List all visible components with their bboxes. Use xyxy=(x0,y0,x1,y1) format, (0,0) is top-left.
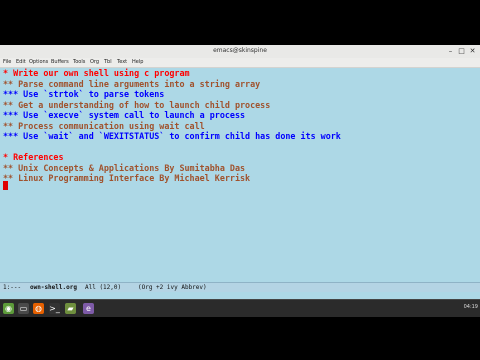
menu-help[interactable]: Help xyxy=(132,59,143,65)
maximize-button[interactable]: □ xyxy=(457,47,466,56)
clock[interactable]: 04:19 xyxy=(464,304,478,310)
text-cursor xyxy=(3,181,8,190)
close-button[interactable]: ✕ xyxy=(468,47,477,56)
modeline-modes[interactable]: (Org +2 ivy Abbrev) xyxy=(138,284,207,291)
window-title: emacs@skinspine xyxy=(213,47,267,54)
minimize-button[interactable]: – xyxy=(446,47,455,56)
modeline-buffer-name[interactable]: own-shell.org xyxy=(30,284,77,291)
menu-file[interactable]: File xyxy=(3,59,11,65)
taskbar: ◉ ▭ ◍ >_ ▰ e 04:19 xyxy=(0,299,480,317)
menu-text[interactable]: Text xyxy=(117,59,127,65)
menu-org[interactable]: Org xyxy=(90,59,99,65)
org-heading-2[interactable]: ** Unix Concepts & Applications By Sumit… xyxy=(3,163,245,173)
org-heading-1[interactable]: * Write our own shell using c program xyxy=(3,68,190,78)
terminal-icon[interactable]: >_ xyxy=(49,303,60,314)
menu-tbl[interactable]: Tbl xyxy=(104,59,112,65)
menu-buffers[interactable]: Buffers xyxy=(51,59,69,65)
menu-bar: File Edit Options Buffers Tools Org Tbl … xyxy=(0,58,480,68)
emacs-window: emacs@skinspine – □ ✕ File Edit Options … xyxy=(0,45,480,299)
title-bar[interactable]: emacs@skinspine – □ ✕ xyxy=(0,45,480,59)
menu-edit[interactable]: Edit xyxy=(16,59,26,65)
org-heading-2[interactable]: ** Get a understanding of how to launch … xyxy=(3,100,270,110)
files-icon[interactable]: ▰ xyxy=(65,303,76,314)
modeline-position: All (12,0) xyxy=(85,284,122,291)
org-heading-1[interactable]: * References xyxy=(3,152,64,162)
org-heading-3[interactable]: *** Use `wait` and `WEXITSTATUS` to conf… xyxy=(3,131,341,141)
emacs-icon[interactable]: e xyxy=(83,303,94,314)
mode-line: 1:--- own-shell.org All (12,0) (Org +2 i… xyxy=(0,282,480,292)
org-heading-3[interactable]: *** Use `execve` system call to launch a… xyxy=(3,110,245,120)
menu-icon[interactable]: ◉ xyxy=(3,303,14,314)
org-heading-2[interactable]: ** Linux Programming Interface By Michae… xyxy=(3,173,250,183)
firefox-icon[interactable]: ◍ xyxy=(33,303,44,314)
menu-options[interactable]: Options xyxy=(29,59,48,65)
menu-tools[interactable]: Tools xyxy=(73,59,85,65)
org-heading-2[interactable]: ** Parse command line arguments into a s… xyxy=(3,79,260,89)
editor-buffer[interactable]: * Write our own shell using c program **… xyxy=(0,68,480,282)
org-heading-2[interactable]: ** Process communication using wait call xyxy=(3,121,205,131)
org-heading-3[interactable]: *** Use `strtok` to parse tokens xyxy=(3,89,164,99)
modeline-status: 1:--- xyxy=(3,284,22,291)
minibuffer[interactable] xyxy=(0,292,480,299)
video-frame: emacs@skinspine – □ ✕ File Edit Options … xyxy=(0,0,480,360)
desktop-icon[interactable]: ▭ xyxy=(18,303,29,314)
